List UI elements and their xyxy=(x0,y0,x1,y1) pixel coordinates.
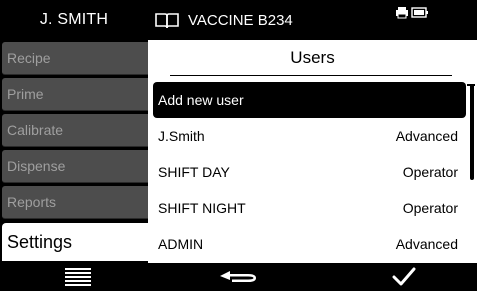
title-divider xyxy=(170,75,452,76)
sidebar-item-label: Settings xyxy=(7,231,73,252)
confirm-button[interactable] xyxy=(386,263,422,291)
scrollbar-thumb[interactable] xyxy=(470,84,474,180)
sidebar-item-label: Recipe xyxy=(7,50,51,66)
battery-icon xyxy=(411,7,428,18)
sidebar-item-dispense[interactable]: Dispense xyxy=(2,150,148,183)
menu-button[interactable] xyxy=(60,263,96,291)
row-role: Operator xyxy=(402,164,458,180)
sidebar-item-prime[interactable]: Prime xyxy=(2,78,148,111)
status-icons xyxy=(396,7,428,19)
row-name: J.Smith xyxy=(158,128,205,144)
printer-icon xyxy=(396,7,408,19)
sidebar-item-reports[interactable]: Reports xyxy=(2,186,148,219)
row-role: Advanced xyxy=(395,128,458,144)
row-name: ADMIN xyxy=(158,236,204,252)
sidebar-item-label: Dispense xyxy=(7,158,66,174)
row-name: SHIFT DAY xyxy=(158,164,230,180)
sidebar-item-calibrate[interactable]: Calibrate xyxy=(2,114,148,147)
row-name: SHIFT NIGHT xyxy=(158,200,246,216)
sidebar-item-label: Calibrate xyxy=(7,122,64,138)
sidebar-item-recipe[interactable]: Recipe xyxy=(2,42,148,75)
sidebar-menu: Recipe Prime Calibrate Dispense Reports … xyxy=(0,40,148,263)
confirm-check-icon xyxy=(392,267,416,286)
header-bar: J. SMITH VACCINE B234 xyxy=(0,0,477,40)
panel-title: Users xyxy=(290,48,335,67)
sidebar-item-settings[interactable]: Settings xyxy=(2,223,148,261)
product-name: VACCINE B234 xyxy=(188,11,293,29)
row-name: Add new user xyxy=(158,92,244,108)
user-row[interactable]: SHIFT NIGHT Operator xyxy=(153,190,466,226)
user-row[interactable]: SHIFT DAY Operator xyxy=(153,154,466,190)
user-row[interactable]: J.Smith Advanced xyxy=(153,118,466,154)
row-role: Operator xyxy=(402,200,458,216)
back-button[interactable] xyxy=(214,263,266,291)
bottom-toolbar xyxy=(0,263,477,291)
row-role: Advanced xyxy=(395,236,458,252)
back-icon xyxy=(220,271,256,282)
sidebar-item-label: Reports xyxy=(7,194,57,210)
book-icon xyxy=(155,13,179,29)
user-row[interactable]: ADMIN Advanced xyxy=(153,226,466,262)
users-panel: Users Add new user J.Smith Advanced SHIF… xyxy=(148,40,477,263)
add-new-user-row[interactable]: Add new user xyxy=(153,82,466,118)
sidebar-item-label: Prime xyxy=(7,86,44,102)
menu-icon xyxy=(65,268,91,286)
current-user: J. SMITH xyxy=(39,11,109,28)
